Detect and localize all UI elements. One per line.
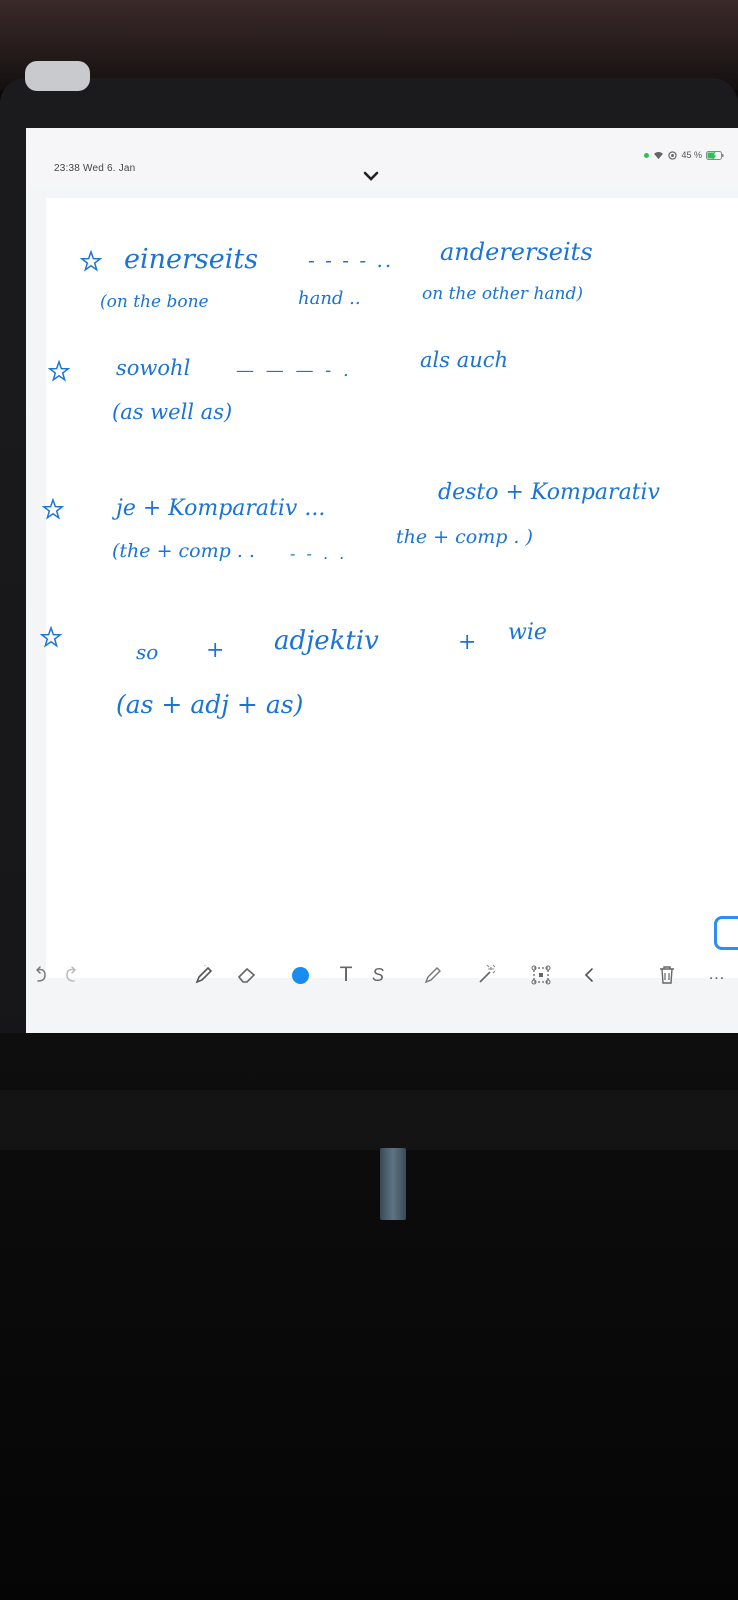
back-button[interactable] bbox=[25, 61, 90, 91]
color-picker-button[interactable] bbox=[288, 960, 312, 990]
shape-tool-button[interactable]: S bbox=[366, 960, 390, 990]
eraser-tool-button[interactable] bbox=[232, 960, 262, 990]
note-dash: — — — - . bbox=[236, 360, 352, 381]
star-icon bbox=[80, 250, 102, 272]
note-wie: wie bbox=[508, 620, 547, 645]
trash-icon bbox=[660, 966, 674, 984]
photo-background-top bbox=[0, 0, 738, 90]
clock: 23:38 bbox=[54, 163, 81, 174]
battery-charging-icon bbox=[706, 150, 724, 160]
magic-wand-icon bbox=[479, 964, 496, 983]
star-icon bbox=[48, 360, 70, 382]
charging-cable bbox=[380, 1148, 406, 1220]
lasso-select-icon bbox=[531, 965, 551, 985]
note-desto-komparativ: desto + Komparativ bbox=[438, 480, 660, 505]
note-page[interactable]: einerseits - - - - .. andererseits (on t… bbox=[40, 198, 738, 978]
note-plus: + bbox=[458, 630, 477, 655]
note-sowohl: sowohl bbox=[116, 356, 191, 380]
text-tool-button[interactable]: T bbox=[334, 960, 358, 990]
camera-indicator-icon bbox=[644, 152, 650, 158]
pen-tool-button[interactable] bbox=[190, 960, 218, 990]
note-so: so bbox=[136, 640, 159, 664]
lasso-select-button[interactable] bbox=[526, 960, 556, 990]
highlighter-icon bbox=[424, 967, 441, 984]
note-dash: - - - - .. bbox=[308, 248, 394, 272]
tablet-screen: 23:38 Wed 6. Jan 45 % einerseits - - - -… bbox=[26, 128, 738, 1033]
note-als-auch: als auch bbox=[420, 348, 509, 372]
battery-percent: 45 % bbox=[681, 150, 702, 160]
color-dot-icon bbox=[291, 966, 309, 984]
redo-icon bbox=[66, 966, 76, 982]
note-as-adj-as: (as + adj + as) bbox=[116, 690, 304, 719]
undo-icon bbox=[36, 966, 46, 982]
note-dash: - - . . bbox=[290, 544, 348, 563]
note-as-well-as: (as well as) bbox=[112, 400, 233, 424]
note-on-the-one: (on the bone bbox=[100, 292, 209, 312]
note-andererseits: andererseits bbox=[440, 238, 593, 266]
note-hand: hand .. bbox=[298, 288, 361, 309]
star-icon bbox=[40, 626, 62, 648]
note-on-the-other-hand: on the other hand) bbox=[422, 284, 583, 304]
pen-icon bbox=[195, 965, 213, 984]
chevron-down-icon[interactable] bbox=[363, 170, 379, 182]
note-plus: + bbox=[206, 638, 225, 663]
highlighter-tool-button[interactable] bbox=[418, 960, 448, 990]
more-options-button[interactable]: ... bbox=[702, 960, 732, 990]
eraser-icon bbox=[237, 967, 256, 983]
note-the-comp: (the + comp . . bbox=[112, 540, 255, 562]
date: Wed 6. Jan bbox=[83, 163, 136, 174]
note-einerseits: einerseits bbox=[124, 244, 259, 275]
redo-button[interactable] bbox=[56, 960, 86, 990]
status-bar: 23:38 Wed 6. Jan 45 % bbox=[26, 128, 738, 186]
magic-wand-button[interactable] bbox=[472, 960, 502, 990]
wifi-icon bbox=[654, 151, 664, 159]
orientation-lock-icon bbox=[668, 150, 678, 160]
side-panel-tab[interactable] bbox=[714, 916, 738, 950]
drawing-toolbar: T S ... bbox=[26, 960, 738, 996]
chevron-left-icon bbox=[584, 968, 593, 982]
collapse-toolbar-button[interactable] bbox=[578, 960, 600, 990]
delete-button[interactable] bbox=[654, 960, 680, 990]
note-adjektiv: adjektiv bbox=[274, 626, 379, 656]
undo-button[interactable] bbox=[26, 960, 56, 990]
note-the-comp-right: the + comp . ) bbox=[396, 526, 533, 548]
star-icon bbox=[42, 498, 64, 520]
note-je-komparativ: je + Komparativ ... bbox=[116, 496, 326, 521]
status-time: 23:38 Wed 6. Jan bbox=[54, 163, 135, 174]
tablet-bottom-edge bbox=[0, 1090, 738, 1150]
status-indicators: 45 % bbox=[644, 148, 724, 162]
